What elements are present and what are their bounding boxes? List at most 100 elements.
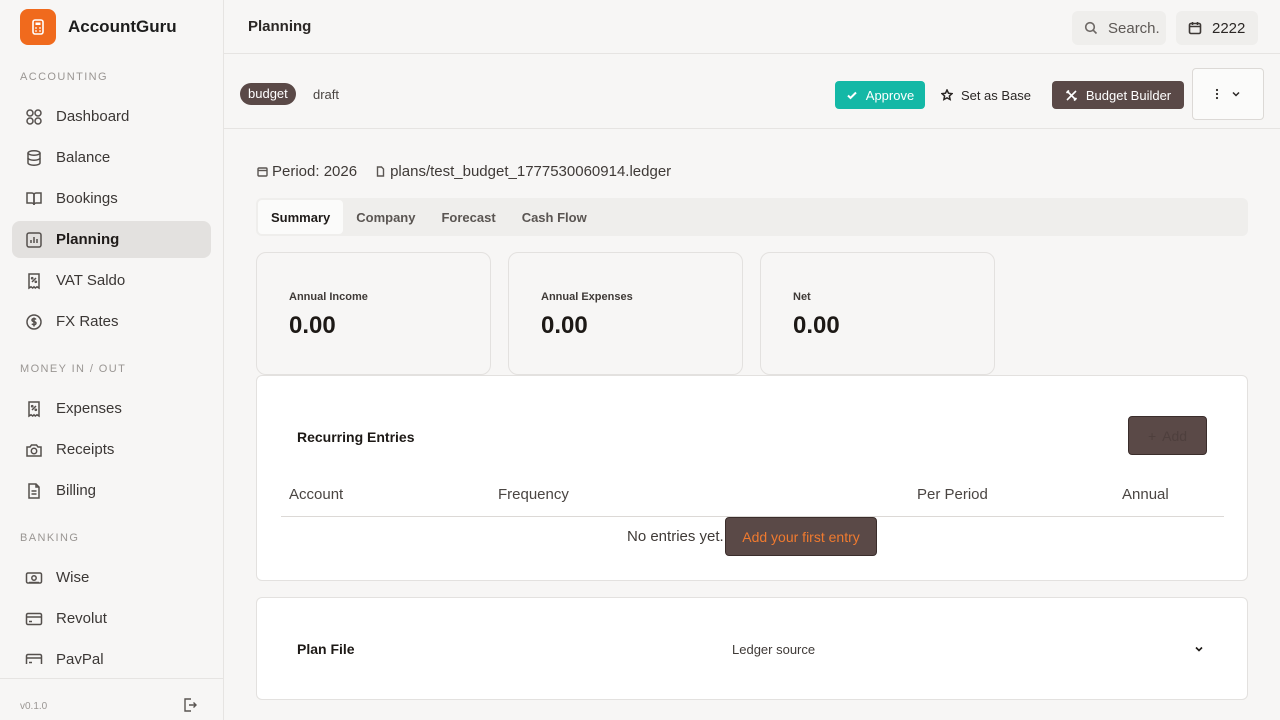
- dollar-circle-icon: [26, 313, 42, 330]
- chevron-down-icon[interactable]: [1193, 643, 1205, 655]
- book-icon: [26, 191, 42, 205]
- sidebar-item-fx-rates[interactable]: FX Rates: [12, 303, 211, 340]
- receipt-percent-icon: [28, 272, 40, 289]
- plan-meta: Period: 2026 plans/test_budget_177753006…: [257, 163, 671, 180]
- tab-cash-flow[interactable]: Cash Flow: [509, 200, 600, 234]
- sidebar-item-billing[interactable]: Billing: [12, 472, 211, 509]
- ledger-source-label: Ledger source: [732, 642, 816, 657]
- section-label-accounting: ACCOUNTING: [20, 71, 108, 83]
- column-header-account: Account: [289, 486, 344, 503]
- logout-icon[interactable]: [182, 697, 198, 713]
- page-title: Planning: [248, 18, 312, 35]
- sidebar-item-label: Wise: [56, 569, 90, 586]
- section-label-banking: BANKING: [20, 532, 80, 544]
- sidebar-item-bookings[interactable]: Bookings: [12, 180, 211, 217]
- camera-icon: [26, 443, 42, 457]
- sidebar-item-paypal[interactable]: PayPal: [12, 641, 211, 664]
- sidebar-item-label: Dashboard: [56, 108, 130, 125]
- stat-label: Annual Income: [289, 291, 368, 303]
- sidebar-nav: ACCOUNTING Dashboard Balance Bookings Pl…: [12, 62, 211, 664]
- calendar-icon: [1188, 22, 1202, 35]
- check-icon: [847, 91, 857, 100]
- sidebar-item-vat-saldo[interactable]: VAT Saldo: [12, 262, 211, 299]
- action-bar: budget draft Approve Set as Base Budget …: [224, 54, 1280, 129]
- panel-title: Plan File: [297, 641, 355, 657]
- sidebar-item-planning[interactable]: Planning: [12, 221, 211, 258]
- more-actions-button[interactable]: [1192, 68, 1264, 120]
- stat-card-expenses: Annual Expenses 0.00: [508, 252, 743, 375]
- receipt-percent-icon: [28, 400, 40, 417]
- database-icon: [27, 149, 41, 166]
- year-label: 2222: [1212, 19, 1246, 37]
- status-label: draft: [313, 87, 340, 102]
- column-header-frequency: Frequency: [498, 486, 569, 503]
- add-label: Add: [1162, 427, 1188, 444]
- column-header-per-period: Per Period: [917, 486, 988, 503]
- sidebar-footer: v0.1.0: [0, 678, 223, 720]
- brand[interactable]: AccountGuru: [20, 9, 177, 45]
- sidebar-item-wise[interactable]: Wise: [12, 559, 211, 596]
- calculator-logo-icon: [20, 9, 56, 45]
- sidebar-item-dashboard[interactable]: Dashboard: [12, 98, 211, 135]
- recurring-entries-panel: Recurring Entries + Add Account Frequenc…: [256, 375, 1248, 581]
- more-vertical-icon: [1215, 88, 1219, 100]
- banknote-icon: [25, 571, 43, 584]
- section-label-money: MONEY IN / OUT: [20, 363, 127, 375]
- sidebar-item-label: PayPal: [56, 651, 104, 664]
- sidebar-item-label: Receipts: [56, 441, 115, 458]
- stat-label: Annual Expenses: [541, 291, 633, 303]
- tab-bar: Summary Company Forecast Cash Flow: [256, 198, 1248, 236]
- credit-card-icon: [25, 653, 43, 664]
- sidebar-item-label: Billing: [56, 482, 97, 499]
- chart-icon: [26, 231, 42, 248]
- star-icon: [940, 89, 953, 101]
- set-as-base-label: Set as Base: [960, 87, 1032, 103]
- app-version: v0.1.0: [20, 701, 48, 712]
- sidebar-item-label: FX Rates: [56, 313, 119, 330]
- search-label: Search.: [1108, 19, 1160, 37]
- budget-builder-label: Budget Builder: [1085, 87, 1172, 103]
- sidebar-item-label: Bookings: [56, 190, 118, 207]
- sidebar-item-label: Expenses: [56, 400, 122, 417]
- sidebar-item-balance[interactable]: Balance: [12, 139, 211, 176]
- column-header-annual: Annual: [1122, 486, 1169, 503]
- stat-value: 0.00: [289, 312, 336, 339]
- approve-button[interactable]: Approve: [835, 81, 925, 109]
- tab-forecast[interactable]: Forecast: [428, 200, 508, 234]
- plan-file-panel[interactable]: Plan File Ledger source: [256, 597, 1248, 700]
- tab-summary[interactable]: Summary: [258, 200, 344, 234]
- sidebar-item-receipts[interactable]: Receipts: [12, 431, 211, 468]
- stat-value: 0.00: [541, 312, 588, 339]
- credit-card-icon: [25, 612, 43, 625]
- sidebar-item-expenses[interactable]: Expenses: [12, 390, 211, 427]
- year-selector[interactable]: 2222: [1176, 11, 1258, 45]
- grid-icon: [26, 108, 42, 125]
- chevron-down-icon: [1232, 91, 1240, 97]
- file-text-icon: [28, 482, 40, 499]
- tab-company[interactable]: Company: [343, 200, 428, 234]
- stat-card-income: Annual Income 0.00: [256, 252, 491, 375]
- add-first-entry-button[interactable]: Add your first entry: [725, 517, 877, 556]
- topbar: Planning Search. 2222: [224, 0, 1280, 54]
- empty-state-text: No entries yet.: [627, 528, 724, 545]
- budget-builder-button[interactable]: Budget Builder: [1052, 81, 1184, 109]
- type-badge: budget: [240, 83, 296, 105]
- sidebar: AccountGuru ACCOUNTING Dashboard Balance…: [0, 0, 224, 720]
- sidebar-item-label: Balance: [56, 149, 111, 166]
- plus-icon: +: [1147, 427, 1157, 444]
- stat-label: Net: [793, 291, 811, 303]
- wrench-cross-icon: [1065, 89, 1077, 101]
- stat-card-net: Net 0.00: [760, 252, 995, 375]
- panel-title: Recurring Entries: [297, 429, 415, 445]
- file-path: plans/test_budget_1777530060914.ledger: [390, 163, 672, 180]
- search-button[interactable]: Search.: [1072, 11, 1166, 45]
- period-label: Period: 2026: [272, 163, 358, 180]
- sidebar-item-revolut[interactable]: Revolut: [12, 600, 211, 637]
- add-entry-button[interactable]: + Add: [1128, 416, 1207, 455]
- set-as-base-button[interactable]: Set as Base: [936, 81, 1036, 109]
- app-name: AccountGuru: [68, 17, 177, 36]
- sidebar-item-label: Planning: [56, 231, 120, 248]
- search-icon: [1084, 21, 1098, 35]
- approve-label: Approve: [865, 87, 915, 103]
- calendar-icon: [257, 167, 268, 177]
